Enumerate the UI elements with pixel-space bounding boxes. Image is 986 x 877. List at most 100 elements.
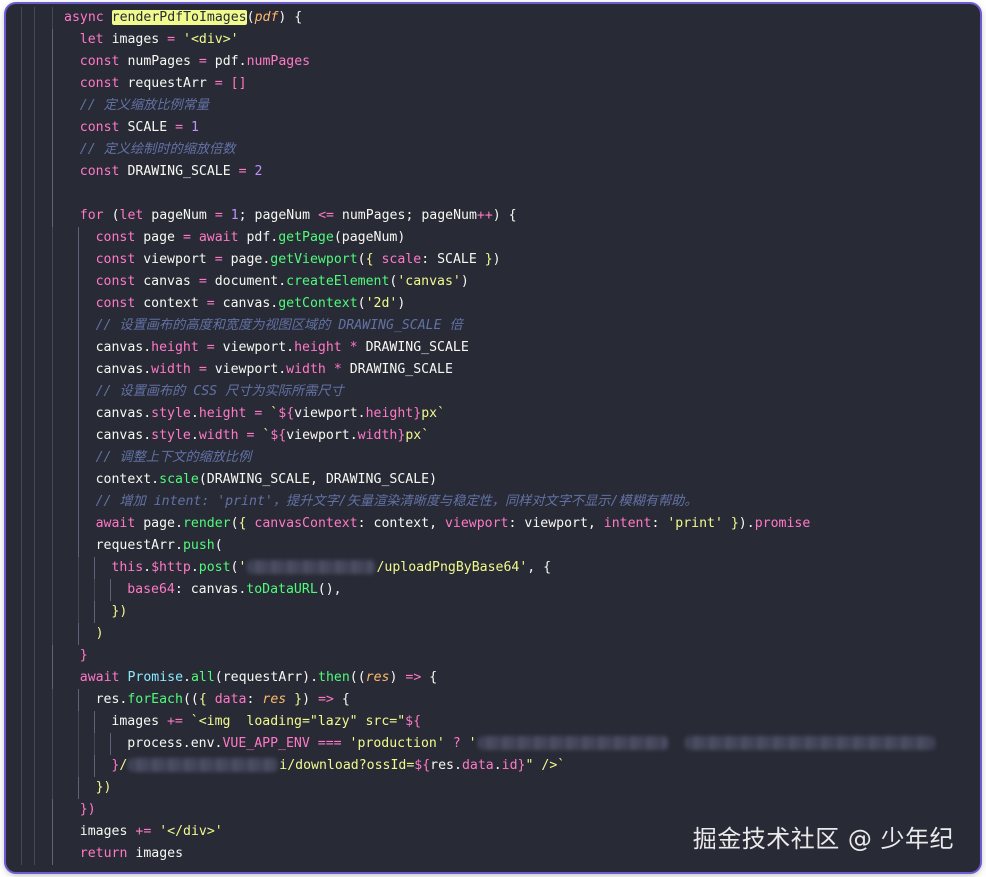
- code-line[interactable]: canvas.width = viewport.width * DRAWING_…: [6, 359, 980, 381]
- indent-guide: [21, 425, 22, 447]
- code-text: images += '</div>': [80, 821, 223, 843]
- code-line[interactable]: // 定义缩放比例常量: [6, 95, 980, 117]
- indent-guide: [52, 755, 53, 777]
- code-token: .: [183, 670, 191, 685]
- code-token: pageNum: [421, 208, 477, 223]
- code-text: await Promise.all(requestArr).then((res)…: [80, 667, 437, 689]
- indent-guide: [93, 733, 95, 755]
- code-line[interactable]: // 设置画布的 CSS 尺寸为实际所需尺寸: [6, 381, 980, 403]
- indent-guide: [34, 447, 35, 469]
- code-line[interactable]: const DRAWING_SCALE = 2: [6, 161, 980, 183]
- code-line[interactable]: }/i/download?ossId=${res.data.id}" />`: [6, 755, 980, 777]
- code-token: res: [365, 670, 390, 685]
- code-line[interactable]: await Promise.all(requestArr).then((res)…: [6, 667, 980, 689]
- code-line[interactable]: await page.render({ canvasContext: conte…: [6, 513, 980, 535]
- indent-guide: [34, 623, 35, 645]
- code-line[interactable]: // 增加 intent: 'print'，提升文字/矢量渲染清晰度与稳定性，同…: [6, 491, 980, 513]
- code-token: 'production': [349, 736, 453, 751]
- code-line[interactable]: }): [6, 799, 980, 821]
- code-token: canvas.: [95, 406, 152, 421]
- indent-guide: [21, 777, 22, 799]
- indent-guide: [34, 315, 35, 337]
- code-line[interactable]: base64: canvas.toDataURL(),: [6, 579, 980, 601]
- code-token: intent: [603, 516, 652, 531]
- indent-guide: [52, 95, 53, 117]
- code-line[interactable]: let images = '<div>': [6, 29, 980, 51]
- code-line[interactable]: images += `<img loading="lazy" src="${: [6, 711, 980, 733]
- indent-guide: [21, 117, 22, 139]
- code-line[interactable]: async renderPdfToImages(pdf) {: [6, 7, 980, 29]
- indent-guide: [34, 557, 35, 579]
- indent-guide: [34, 51, 35, 73]
- indent-guide: [21, 513, 22, 535]
- code-line[interactable]: canvas.height = viewport.height * DRAWIN…: [6, 337, 980, 359]
- indent-guide: [52, 73, 53, 95]
- code-token: ((: [182, 692, 199, 707]
- code-line[interactable]: const canvas = document.createElement('c…: [6, 271, 980, 293]
- code-line[interactable]: [6, 183, 980, 205]
- code-token: =>: [317, 692, 342, 707]
- indent-guide: [21, 359, 22, 381]
- code-text: const numPages = pdf.numPages: [80, 51, 310, 73]
- code-line[interactable]: // 定义绘制时的缩放倍数: [6, 139, 980, 161]
- indent-guide: [21, 689, 22, 711]
- code-line[interactable]: }): [6, 601, 980, 623]
- indent-guide: [21, 711, 22, 733]
- indent-guide: [34, 843, 35, 865]
- code-text: requestArr.push(: [96, 535, 223, 557]
- code-line[interactable]: res.forEach(({ data: res }) => {: [6, 689, 980, 711]
- indent-guide: [21, 183, 22, 205]
- code-area[interactable]: async renderPdfToImages(pdf) {let images…: [6, 7, 980, 872]
- code-line[interactable]: const requestArr = []: [6, 73, 980, 95]
- highlighted-function-name: renderPdfToImages: [111, 10, 247, 25]
- code-text: return images: [80, 843, 183, 865]
- code-line[interactable]: }: [6, 645, 980, 667]
- code-line[interactable]: canvas.style.height = `${viewport.height…: [6, 403, 980, 425]
- indent-guide: [52, 249, 53, 271]
- indent-guide: [78, 249, 79, 271]
- code-token: canvas.: [95, 340, 152, 355]
- indent-guide: [34, 645, 35, 667]
- code-token: ++: [476, 208, 493, 223]
- code-line[interactable]: for (let pageNum = 1; pageNum <= numPage…: [6, 205, 980, 227]
- code-line[interactable]: process.env.VUE_APP_ENV === 'production'…: [6, 733, 980, 755]
- indent-guide: [78, 579, 79, 601]
- code-text: images += `<img loading="lazy" src="${: [111, 711, 421, 733]
- code-token: 'canvas': [397, 274, 461, 289]
- code-line[interactable]: // 调整上下文的缩放比例: [6, 447, 980, 469]
- code-text: this.$http.post('/uploadPngByBase64', {: [111, 557, 551, 579]
- code-line[interactable]: ): [6, 623, 980, 645]
- code-token: images: [79, 824, 136, 839]
- code-line[interactable]: context.scale(DRAWING_SCALE, DRAWING_SCA…: [6, 469, 980, 491]
- code-line[interactable]: }): [6, 777, 980, 799]
- code-line[interactable]: const SCALE = 1: [6, 117, 980, 139]
- code-token: // 定义缩放比例常量: [79, 98, 210, 113]
- code-token: width: [357, 428, 398, 443]
- indent-guide: [21, 447, 22, 469]
- code-token: ;: [405, 208, 422, 223]
- code-line[interactable]: // 设置画布的高度和宽度为视图区域的 DRAWING_SCALE 倍: [6, 315, 980, 337]
- indent-guide: [78, 755, 79, 777]
- code-text: }): [80, 799, 96, 821]
- code-token: // 定义绘制时的缩放倍数: [79, 142, 236, 157]
- code-token: }): [95, 780, 112, 795]
- indent-guide: [34, 513, 35, 535]
- code-line[interactable]: const page = await pdf.getPage(pageNum): [6, 227, 980, 249]
- code-line[interactable]: const numPages = pdf.numPages: [6, 51, 980, 73]
- code-line[interactable]: const context = canvas.getContext('2d'): [6, 293, 980, 315]
- code-token: '2d': [365, 296, 398, 311]
- code-token: DRAWING_SCALE: [365, 340, 469, 355]
- code-line[interactable]: canvas.style.width = `${viewport.width}p…: [6, 425, 980, 447]
- indent-guide: [21, 271, 22, 293]
- code-token: (: [357, 296, 366, 311]
- indent-guide: [52, 447, 53, 469]
- code-line[interactable]: this.$http.post('/uploadPngByBase64', {: [6, 557, 980, 579]
- code-line[interactable]: const viewport = page.getViewport({ scal…: [6, 249, 980, 271]
- code-line[interactable]: requestArr.push(: [6, 535, 980, 557]
- indent-guide: [78, 711, 79, 733]
- indent-guide: [21, 337, 22, 359]
- code-token: await: [198, 230, 247, 245]
- code-token: scale: [159, 472, 199, 487]
- indent-guide: [21, 535, 22, 557]
